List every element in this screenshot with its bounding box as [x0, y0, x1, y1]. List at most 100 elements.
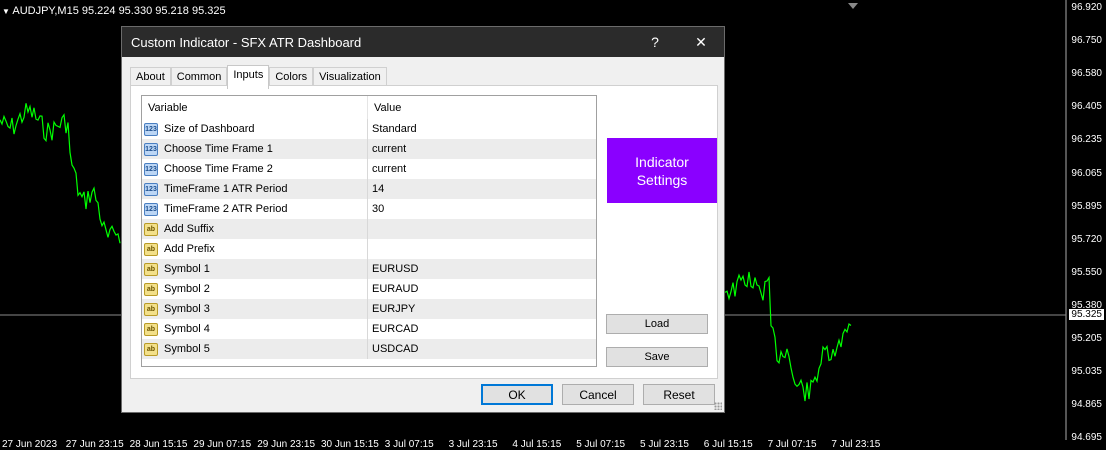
price-tick-label: 95.720: [1071, 233, 1102, 245]
variable-name: Add Prefix: [164, 243, 215, 255]
variable-cell[interactable]: ab Symbol 3: [142, 299, 368, 319]
time-tick-label: 29 Jun 23:15: [257, 439, 316, 450]
input-row[interactable]: 123 Size of Dashboard Standard: [142, 119, 596, 139]
reset-button[interactable]: Reset: [643, 384, 715, 405]
numeric-type-icon: 123: [144, 142, 158, 156]
variable-cell[interactable]: ab Add Suffix: [142, 219, 368, 239]
string-type-icon: ab: [144, 222, 158, 236]
input-row[interactable]: 123 TimeFrame 1 ATR Period 14: [142, 179, 596, 199]
price-tick-label: 95.895: [1071, 200, 1102, 212]
grid-header: Variable Value: [142, 96, 596, 119]
price-tick-label: 94.695: [1071, 432, 1102, 444]
input-row[interactable]: 123 Choose Time Frame 1 current: [142, 139, 596, 159]
input-row[interactable]: ab Symbol 1 EURUSD: [142, 259, 596, 279]
variable-cell[interactable]: ab Symbol 2: [142, 279, 368, 299]
current-price-label: 95.325: [1069, 309, 1104, 320]
string-type-icon: ab: [144, 342, 158, 356]
input-row[interactable]: ab Add Prefix: [142, 239, 596, 259]
input-row[interactable]: ab Symbol 3 EURJPY: [142, 299, 596, 319]
input-row[interactable]: ab Add Suffix: [142, 219, 596, 239]
variable-cell[interactable]: ab Add Prefix: [142, 239, 368, 259]
save-button[interactable]: Save: [606, 347, 708, 367]
price-line-right: [724, 271, 852, 402]
value-cell[interactable]: USDCAD: [368, 343, 418, 355]
tab-bar: About Common Inputs Colors Visualization: [130, 65, 387, 89]
string-type-icon: ab: [144, 282, 158, 296]
cancel-button[interactable]: Cancel: [562, 384, 634, 405]
value-cell[interactable]: EURCAD: [368, 323, 418, 335]
input-row[interactable]: ab Symbol 2 EURAUD: [142, 279, 596, 299]
price-tick-label: 94.865: [1071, 399, 1102, 411]
price-tick-label: 96.920: [1071, 2, 1102, 13]
value-cell[interactable]: 30: [368, 203, 384, 215]
grid-rows: 123 Size of Dashboard Standard 123 Choose Ti…: [142, 119, 596, 359]
input-row[interactable]: ab Symbol 5 USDCAD: [142, 339, 596, 359]
time-tick-label: 28 Jun 15:15: [129, 439, 188, 450]
help-button[interactable]: ?: [632, 27, 678, 57]
symbol-text: AUDJPY,M15 95.224 95.330 95.218 95.325: [12, 5, 226, 17]
chart-shift-marker: [848, 3, 858, 9]
symbol-label: ▼ AUDJPY,M15 95.224 95.330 95.218 95.325: [2, 5, 226, 17]
banner-line-2: Settings: [636, 171, 688, 188]
variable-cell[interactable]: ab Symbol 4: [142, 319, 368, 339]
tab-inputs[interactable]: Inputs: [227, 65, 270, 89]
variable-cell[interactable]: 123 Choose Time Frame 2: [142, 159, 368, 179]
string-type-icon: ab: [144, 242, 158, 256]
column-header-variable[interactable]: Variable: [142, 96, 368, 119]
value-cell[interactable]: current: [368, 143, 406, 155]
variable-name: Symbol 1: [164, 263, 210, 275]
time-tick-label: 27 Jun 23:15: [65, 439, 124, 450]
time-tick-label: 30 Jun 15:15: [321, 439, 379, 450]
price-tick-label: 96.580: [1071, 68, 1102, 80]
variable-cell[interactable]: 123 Size of Dashboard: [142, 119, 368, 139]
string-type-icon: ab: [144, 262, 158, 276]
variable-cell[interactable]: 123 TimeFrame 2 ATR Period: [142, 199, 368, 219]
load-button[interactable]: Load: [606, 314, 708, 334]
price-tick-label: 96.235: [1071, 134, 1102, 146]
variable-name: Choose Time Frame 2: [164, 163, 273, 175]
time-tick-label: 29 Jun 07:15: [193, 439, 252, 450]
time-tick-label: 7 Jul 07:15: [767, 439, 817, 450]
value-cell[interactable]: Standard: [368, 123, 417, 135]
variable-name: Symbol 4: [164, 323, 210, 335]
column-header-value[interactable]: Value: [368, 96, 401, 119]
value-cell[interactable]: EURAUD: [368, 283, 418, 295]
indicator-settings-banner: Indicator Settings: [607, 138, 717, 203]
variable-cell[interactable]: 123 Choose Time Frame 1: [142, 139, 368, 159]
variable-name: Symbol 2: [164, 283, 210, 295]
close-button[interactable]: ✕: [678, 27, 724, 57]
resize-grip-icon[interactable]: [714, 402, 722, 410]
input-row[interactable]: 123 Choose Time Frame 2 current: [142, 159, 596, 179]
inputs-grid: Variable Value 123 Size of Dashboard Stand…: [141, 95, 597, 367]
input-row[interactable]: ab Symbol 4 EURCAD: [142, 319, 596, 339]
value-cell[interactable]: EURJPY: [368, 303, 415, 315]
ok-button[interactable]: OK: [481, 384, 553, 405]
time-tick-label: 7 Jul 23:15: [831, 439, 881, 450]
price-tick-label: 95.035: [1071, 366, 1102, 378]
dialog-titlebar[interactable]: Custom Indicator - SFX ATR Dashboard ? ✕: [122, 27, 724, 57]
value-cell[interactable]: current: [368, 163, 406, 175]
time-tick-label: 6 Jul 15:15: [703, 439, 753, 450]
indicator-dialog: Custom Indicator - SFX ATR Dashboard ? ✕…: [121, 26, 725, 413]
time-tick-label: 4 Jul 15:15: [512, 439, 562, 450]
symbol-dropdown-icon[interactable]: ▼: [2, 7, 10, 16]
variable-cell[interactable]: ab Symbol 5: [142, 339, 368, 359]
input-row[interactable]: 123 TimeFrame 2 ATR Period 30: [142, 199, 596, 219]
numeric-type-icon: 123: [144, 182, 158, 196]
time-tick-label: 5 Jul 23:15: [640, 439, 689, 450]
variable-name: Symbol 3: [164, 303, 210, 315]
time-tick-label: 5 Jul 07:15: [576, 439, 626, 450]
value-cell[interactable]: 14: [368, 183, 384, 195]
numeric-type-icon: 123: [144, 202, 158, 216]
variable-name: Choose Time Frame 1: [164, 143, 273, 155]
variable-cell[interactable]: ab Symbol 1: [142, 259, 368, 279]
variable-name: Symbol 5: [164, 343, 210, 355]
variable-name: TimeFrame 2 ATR Period: [164, 203, 288, 215]
numeric-type-icon: 123: [144, 162, 158, 176]
inputs-panel: Variable Value 123 Size of Dashboard Stand…: [130, 85, 718, 379]
price-tick-label: 95.205: [1071, 333, 1102, 344]
value-cell[interactable]: EURUSD: [368, 263, 418, 275]
variable-name: Add Suffix: [164, 223, 214, 235]
numeric-type-icon: 123: [144, 122, 158, 136]
variable-cell[interactable]: 123 TimeFrame 1 ATR Period: [142, 179, 368, 199]
